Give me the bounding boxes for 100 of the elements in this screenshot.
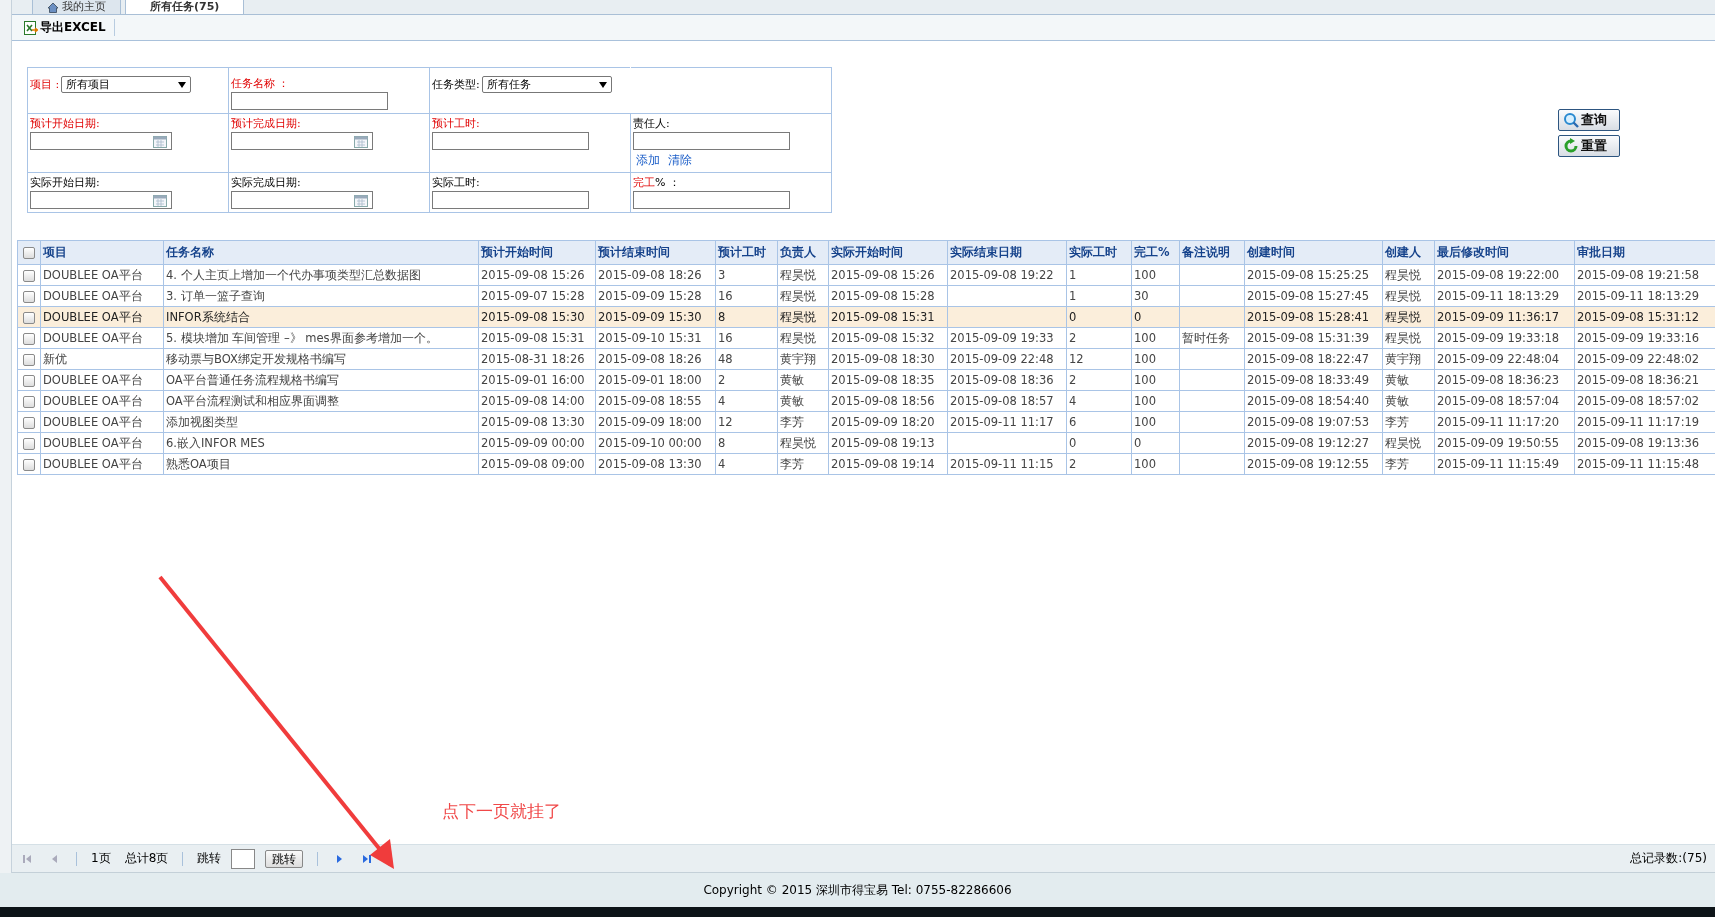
input-field[interactable] (633, 132, 790, 150)
calendar-icon (153, 134, 167, 148)
column-header[interactable]: 创建人 (1382, 240, 1435, 265)
checkbox[interactable] (23, 416, 35, 429)
table-cell: DOUBLEE OA平台 (43, 330, 143, 345)
column-header[interactable]: 完工% (1131, 240, 1180, 265)
field-label: 预计开始日期: (30, 117, 100, 130)
input-field[interactable] (432, 191, 589, 209)
input-field[interactable] (633, 191, 790, 209)
checkbox[interactable] (23, 269, 35, 282)
table-cell: 2015-09-08 19:13:36 (1577, 436, 1700, 450)
copyright-text: Copyright © 2015 深圳市得宝易 Tel: 0755-82286606 (703, 881, 1012, 899)
table-row[interactable]: DOUBLEE OA平台 OA平台普通任务流程规格书编写 2015-09-01 16:00 2015-09-01 18:00 2 黄敏 2015-09-08 18:35 2015-09-08 18:36 2 100 2015-09-08 18:33:49 黄敏 2015-09-08 18:36:23 2015-09-08 18:36:21 (17, 369, 1715, 391)
table-cell: 2015-09-08 09:00 (481, 457, 585, 471)
column-header[interactable]: 审批日期 (1574, 240, 1715, 265)
checkbox[interactable] (23, 374, 35, 387)
jump-label: 跳转 (197, 850, 222, 867)
table-cell: 2015-09-08 18:56 (831, 394, 935, 408)
table-cell: 2015-09-09 15:28 (598, 289, 702, 303)
link[interactable]: 清除 (668, 152, 692, 169)
table-row[interactable]: DOUBLEE OA平台 3. 订单一篮子查询 2015-09-07 15:28 2015-09-09 15:28 16 程昊悦 2015-09-08 15:28 1 30 2015-09-08 15:27:45 程昊悦 2015-09-11 18:13:29 2015-09-11 18:13:29 (17, 285, 1715, 307)
checkbox[interactable] (23, 311, 35, 324)
date-field[interactable] (30, 191, 172, 209)
column-header[interactable]: 实际开始时间 (828, 240, 948, 265)
table-cell: DOUBLEE OA平台 (43, 288, 143, 303)
table-row[interactable]: DOUBLEE OA平台 6.嵌入INFOR MES 2015-09-09 00:00 2015-09-10 00:00 8 程昊悦 2015-09-08 19:13 0 0 2015-09-08 19:12:27 程昊悦 2015-09-09 19:50:55 2015-09-08 19:13:36 (17, 432, 1715, 454)
table-cell: 2015-09-08 18:22:47 (1247, 352, 1370, 366)
table-row[interactable]: 新优 移动票与BOX绑定开发规格书编写 2015-08-31 18:26 2015-09-08 18:26 48 黄宇翔 2015-09-08 18:30 2015-09-09 22:48 12 100 2015-09-08 18:22:47 黄宇翔 2015-09-09 22:48:04 2015-09-09 22:48:02 (17, 348, 1715, 370)
column-header[interactable]: 实际结束日期 (947, 240, 1067, 265)
field-label: 任务名称 ： (231, 77, 290, 90)
jump-button[interactable]: 跳转 (265, 849, 304, 868)
page-number: 1页 (91, 850, 111, 867)
search-button[interactable]: 查询 (1558, 109, 1620, 131)
table-cell: 16 (718, 289, 733, 303)
search-icon (1563, 112, 1579, 128)
table-cell: 黄宇翔 (780, 351, 816, 366)
column-header[interactable]: 预计开始时间 (478, 240, 596, 265)
table-cell: 2015-09-09 18:00 (598, 415, 702, 429)
table-row[interactable]: DOUBLEE OA平台 添加视图类型 2015-09-08 13:30 2015-09-09 18:00 12 李芳 2015-09-09 18:20 2015-09-11 11:17 6 100 2015-09-08 19:07:53 李芳 2015-09-11 11:17:20 2015-09-11 11:17:19 (17, 411, 1715, 433)
column-header[interactable]: 预计结束时间 (595, 240, 716, 265)
dropdown[interactable]: 所有项目 (61, 76, 192, 93)
table-row[interactable]: DOUBLEE OA平台 INFOR系统结合 2015-09-08 15:30 2015-09-09 15:30 8 程昊悦 2015-09-08 15:31 0 0 2015-09-08 15:28:41 程昊悦 2015-09-09 11:36:17 2015-09-08 15:31:12 (17, 306, 1715, 328)
column-header[interactable]: 最后修改时间 (1434, 240, 1575, 265)
table-row[interactable]: DOUBLEE OA平台 5. 模块增加 车间管理 –》 mes界面参考增加一个。 2015-09-08 15:31 2015-09-10 15:31 16 程昊悦 2015-09-08 15:32 2015-09-09 19:33 2 100 暂时任务 2015-09-08 15:31:39 程昊悦 2015-09-09 19:33:18 2015-09-09 19:33:16 (17, 327, 1715, 349)
table-cell: 2015-09-09 00:00 (481, 436, 585, 450)
table-cell: OA平台流程测试和相应界面调整 (166, 393, 339, 408)
date-field[interactable] (30, 132, 172, 150)
table-cell: 100 (1134, 415, 1156, 429)
table-cell: 2015-09-08 18:36:23 (1437, 373, 1560, 387)
calendar-icon (354, 193, 368, 207)
tab[interactable]: 我的主页 (32, 0, 121, 14)
table-cell: 100 (1134, 373, 1156, 387)
page-total: 总计8页 (124, 850, 169, 867)
checkbox[interactable] (23, 290, 35, 303)
checkbox[interactable] (23, 247, 35, 259)
column-header[interactable]: 实际工时 (1066, 240, 1132, 265)
first-page-icon (22, 853, 32, 864)
table-cell: 程昊悦 (1385, 267, 1421, 282)
input-field[interactable] (432, 132, 589, 150)
table-row[interactable]: DOUBLEE OA平台 熟悉OA项目 2015-09-08 09:00 2015-09-08 13:30 4 李芳 2015-09-08 19:14 2015-09-11 11:15 2 100 2015-09-08 19:12:55 李芳 2015-09-11 11:15:49 2015-09-11 11:15:48 (17, 453, 1715, 475)
checkbox[interactable] (23, 332, 35, 345)
reset-button[interactable]: 重置 (1558, 135, 1620, 157)
checkbox[interactable] (23, 458, 35, 471)
column-header[interactable]: 任务名称 (163, 240, 479, 265)
column-header[interactable]: 创建时间 (1244, 240, 1383, 265)
table-cell: 2015-09-09 11:36:17 (1437, 310, 1560, 324)
page-input[interactable] (231, 848, 256, 869)
table-row[interactable]: DOUBLEE OA平台 4. 个人主页上增加一个代办事项类型汇总数据图 2015-09-08 15:26 2015-09-08 18:26 3 程昊悦 2015-09-08 15:26 2015-09-08 19:22 1 100 2015-09-08 15:25:25 程昊悦 2015-09-08 19:22:00 2015-09-08 19:21:58 (17, 264, 1715, 286)
column-header[interactable]: 负责人 (777, 240, 829, 265)
date-field[interactable] (231, 191, 373, 209)
table-cell: 新优 (43, 351, 67, 366)
table-cell: 程昊悦 (1385, 435, 1421, 450)
checkbox[interactable] (23, 395, 35, 408)
table-cell: 李芳 (1385, 456, 1409, 471)
table-cell: 2015-09-08 18:57 (950, 394, 1054, 408)
checkbox[interactable] (23, 437, 35, 450)
table-cell: 2015-09-08 19:13 (831, 436, 935, 450)
table-row[interactable]: DOUBLEE OA平台 OA平台流程测试和相应界面调整 2015-09-08 14:00 2015-09-08 18:55 4 黄敏 2015-09-08 18:56 2015-09-08 18:57 4 100 2015-09-08 18:54:40 黄敏 2015-09-08 18:57:04 2015-09-08 18:57:02 (17, 390, 1715, 412)
column-header[interactable]: 项目 (40, 240, 164, 265)
table-cell: 2015-09-08 18:26 (598, 268, 702, 282)
table-cell: 2015-09-11 11:15 (950, 457, 1054, 471)
date-field[interactable] (231, 132, 373, 150)
dropdown[interactable]: 所有任务 (481, 76, 612, 93)
input-field[interactable] (231, 92, 388, 110)
table-cell: 100 (1134, 394, 1156, 408)
column-header[interactable]: 备注说明 (1179, 240, 1245, 265)
field-label: 任务类型: (432, 77, 480, 91)
tab[interactable]: 所有任务(75) (125, 0, 245, 14)
export-excel-button[interactable]: 导出EXCEL (24, 19, 115, 36)
table-cell: 2015-09-08 19:22:00 (1437, 268, 1560, 282)
table-cell: 2 (1069, 373, 1077, 387)
link[interactable]: 添加 (636, 152, 660, 169)
field-label: % ： (655, 176, 680, 189)
table-cell: 黄敏 (780, 393, 804, 408)
table-cell: 2015-09-08 13:30 (481, 415, 585, 429)
table-cell: 黄宇翔 (1385, 351, 1421, 366)
checkbox[interactable] (23, 353, 35, 366)
column-header[interactable]: 预计工时 (715, 240, 778, 265)
table-cell: 2015-09-08 19:12:27 (1247, 436, 1370, 450)
table-cell: 2015-09-08 19:14 (831, 457, 935, 471)
